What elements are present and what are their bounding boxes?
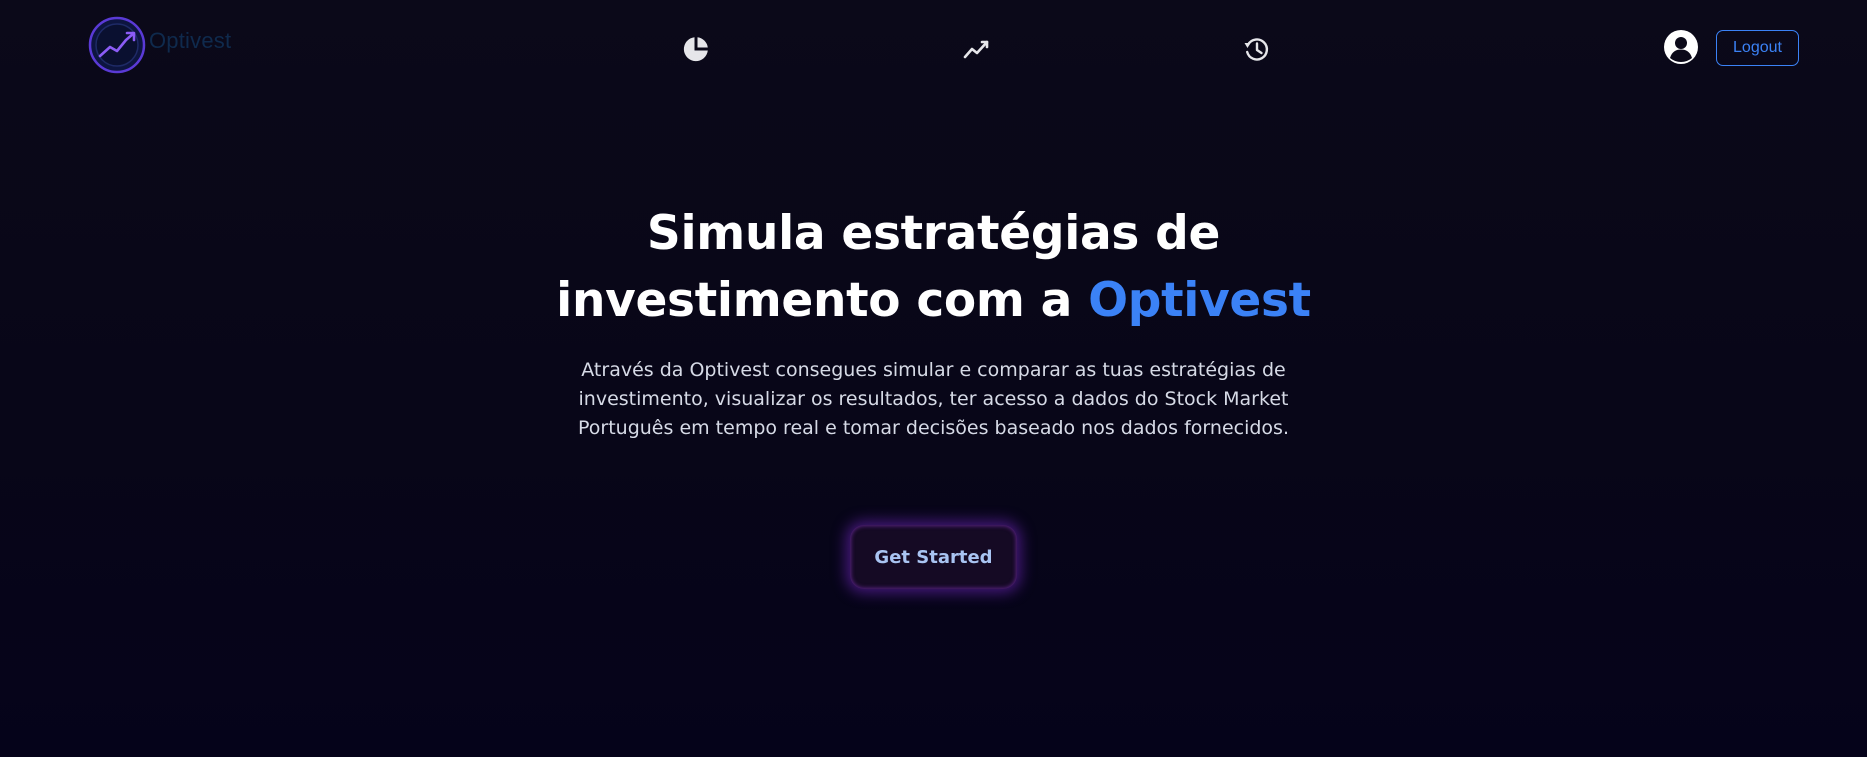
- pie-chart-icon[interactable]: [682, 35, 710, 63]
- history-icon[interactable]: [1242, 35, 1270, 63]
- brand-link[interactable]: Optivest: [88, 15, 231, 75]
- hero-title-line-1: Simula estratégias de: [646, 206, 1221, 261]
- hero-subtitle: Através da Optivest consegues simular e …: [554, 356, 1314, 443]
- brand-name: Optivest: [149, 28, 232, 53]
- logout-button[interactable]: Logout: [1716, 30, 1799, 66]
- get-started-button[interactable]: Get Started: [850, 525, 1017, 589]
- hero-title-line-2: investimento com a: [556, 273, 1089, 328]
- hero-subtitle-line-3: Português em tempo real e tomar decisões…: [578, 417, 1289, 439]
- line-chart-icon[interactable]: [962, 35, 990, 63]
- hero-subtitle-line-2: investimento, visualizar os resultados, …: [578, 388, 1289, 410]
- optivest-logo-icon: [88, 16, 146, 74]
- hero-title-accent: Optivest: [1088, 273, 1311, 328]
- hero-section: Simula estratégias de investimento com a…: [0, 200, 1867, 443]
- hero-title: Simula estratégias de investimento com a…: [444, 200, 1424, 334]
- hero-subtitle-line-1: Através da Optivest consegues simular e …: [581, 359, 1286, 381]
- user-circle-icon[interactable]: [1663, 29, 1699, 65]
- top-nav-bar: Optivest Logout: [0, 0, 1867, 96]
